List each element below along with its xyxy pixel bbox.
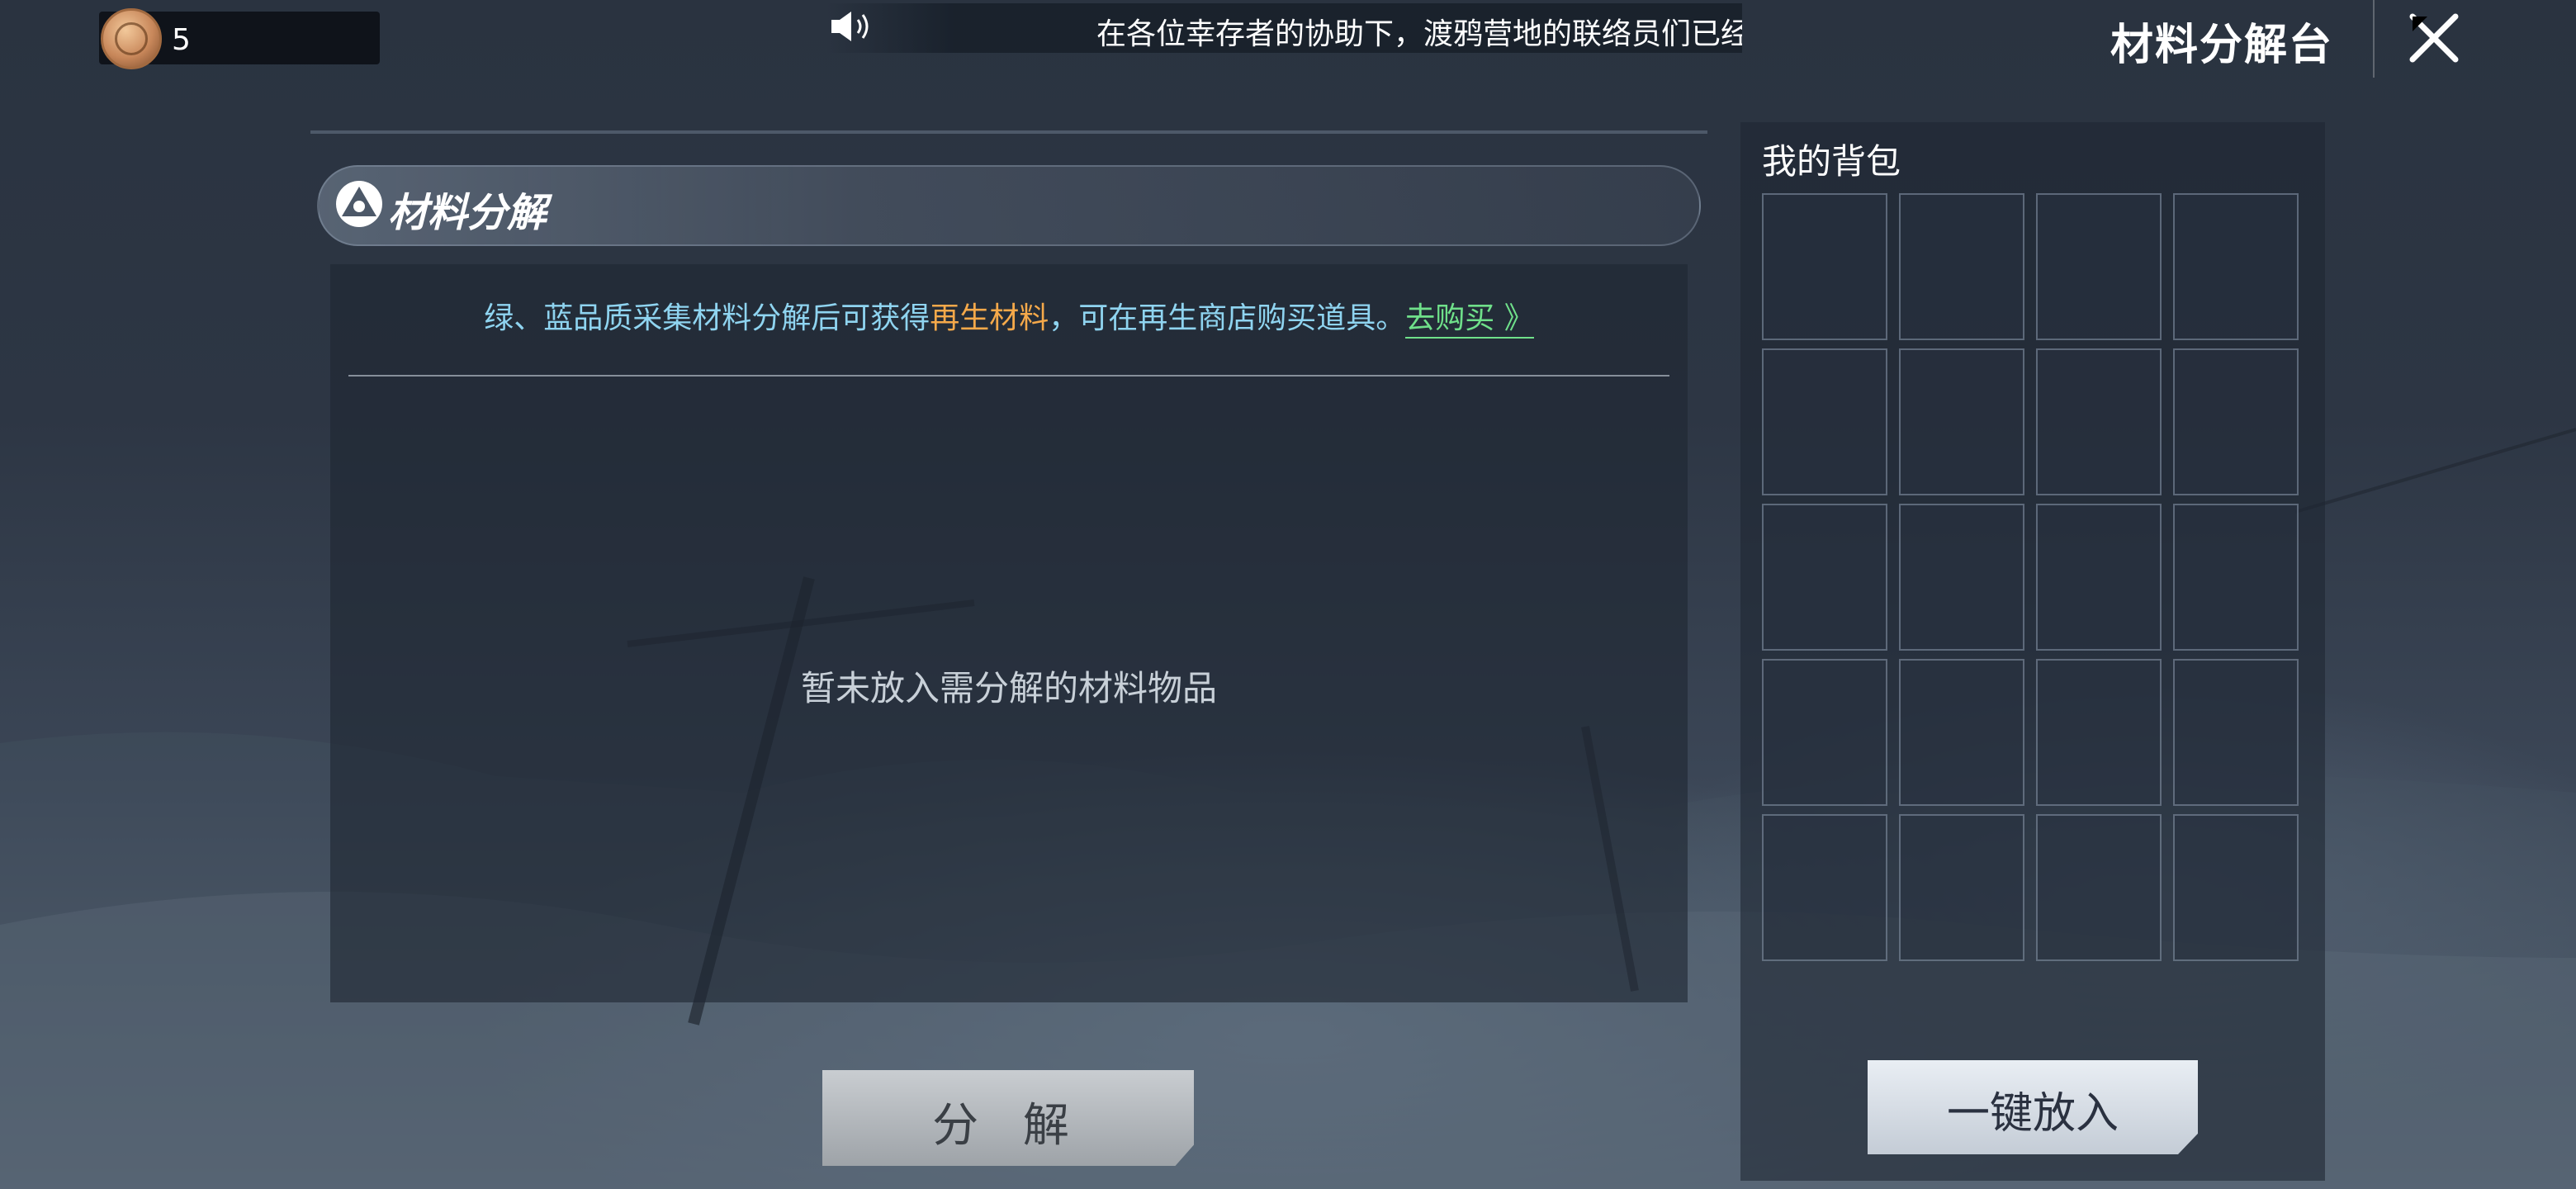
backpack-slot[interactable] [2036,814,2162,961]
backpack-slot[interactable] [1762,504,1887,651]
go-buy-link[interactable]: 去购买 》 [1405,301,1534,339]
currency-value: 5 [172,23,191,57]
backpack-slot[interactable] [1899,659,2024,806]
backpack-slot[interactable] [2173,814,2299,961]
backpack-slot[interactable] [1899,814,2024,961]
backpack-slot[interactable] [2036,659,2162,806]
backpack-slot[interactable] [1899,504,2024,651]
decompose-button-label: 分 解 [932,1099,1084,1153]
info-text: 绿、蓝品质采集材料分解后可获得再生材料，可在再生商店购买道具。去购买 》 [330,294,1688,339]
decompose-icon [336,181,382,227]
empty-message: 暂未放入需分解的材料物品 [800,668,1217,708]
backpack-slot[interactable] [1899,348,2024,495]
auto-put-button-label: 一键放入 [1946,1089,2119,1139]
section-title: 材料分解 [388,190,547,236]
close-icon[interactable] [2399,3,2469,73]
backpack-title: 我的背包 [1762,141,1901,182]
backpack-slot[interactable] [2173,348,2299,495]
backpack-slot[interactable] [1762,348,1887,495]
backpack-slot[interactable] [1762,193,1887,340]
backpack-slot[interactable] [1899,193,2024,340]
speaker-icon [831,12,869,41]
backpack-grid [1757,182,2318,1007]
backpack-slot[interactable] [2036,504,2162,651]
backpack-slot[interactable] [2173,504,2299,651]
info-highlight: 再生材料 [930,301,1049,335]
title-divider [2373,0,2375,78]
panel-frame [310,130,1707,134]
backpack-slot[interactable] [2173,659,2299,806]
backpack-slot[interactable] [2036,348,2162,495]
backpack-slot[interactable] [2036,193,2162,340]
announcement-text: 在各位幸存者的协助下，渡鸦营地的联络员们已经 [1096,17,1742,51]
backpack-slot[interactable] [1762,814,1887,961]
info-text-part1: 绿、蓝品质采集材料分解后可获得 [484,301,930,335]
info-text-part2: ，可在再生商店购买道具。 [1049,301,1406,335]
backpack-slot[interactable] [1762,659,1887,806]
announcement-marquee: 在各位幸存者的协助下，渡鸦营地的联络员们已经 [826,3,1742,53]
backpack-slot[interactable] [2173,193,2299,340]
page-title: 材料分解台 [2110,21,2334,70]
coin-icon [101,8,162,69]
divider [348,375,1669,377]
